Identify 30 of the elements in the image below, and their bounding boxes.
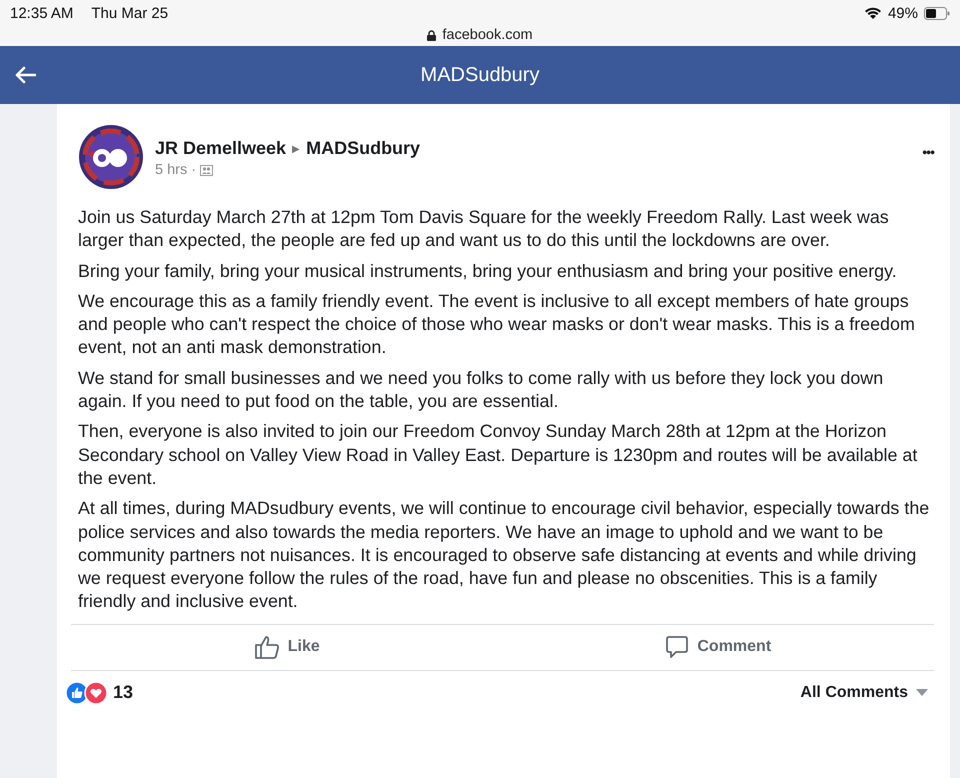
author-name[interactable]: JR Demellweek: [155, 138, 286, 159]
status-date: Thu Mar 25: [91, 4, 168, 22]
post-time[interactable]: 5 hrs: [155, 162, 188, 178]
members-icon: [200, 164, 214, 176]
reaction-icons: [65, 680, 109, 705]
post-paragraph: At all times, during MADsudbury events, we will continue to encourage civil behavior, especially towards the police services and also towards the media reporters. We have an image to uphold and we want to be community partners not nuisances. It is encouraged to observe safe distancing at events and while driving we request everyone follow the rules of the road, have fun and please no obscenities. This is a family friendly and inclusive event.: [78, 497, 930, 614]
thumbs-up-icon: [254, 634, 280, 660]
speech-bubble-icon: [665, 635, 690, 660]
battery-icon: [924, 6, 950, 20]
like-button[interactable]: Like: [71, 624, 502, 670]
page-title: MADSudbury: [420, 64, 540, 86]
post-paragraph: Bring your family, bring your musical instruments, bring your enthusiasm and bring your positive energy.: [78, 260, 898, 283]
back-arrow-icon[interactable]: [14, 66, 36, 84]
post-paragraph: We encourage this as a family friendly event. The event is inclusive to all except members of hate groups and people who can't respect the choice of those who wear masks or don't wear masks. This is a freedom event, not an anti mask demonstration.: [78, 290, 916, 360]
caret-icon: [916, 688, 928, 697]
wifi-icon: [864, 6, 882, 20]
lock-icon: [427, 30, 436, 40]
battery-percent: 49%: [888, 4, 918, 22]
arrow-icon: ▶: [292, 142, 300, 154]
post-paragraph: Then, everyone is also invited to join our Freedom Convoy Sunday March 28th at 12pm at the Horizon Secondary school on Valley View Road in Valley East. Departure is 1230pm and routes will be available at the event.: [78, 420, 918, 490]
comment-button[interactable]: Comment: [502, 624, 934, 670]
post-paragraph: We stand for small businesses and we need you folks to come rally with us before they lock you down again. If you need to put food on the table, you are essential.: [78, 366, 884, 414]
comments-filter-dropdown[interactable]: All Comments: [794, 682, 934, 703]
dot-separator: ·: [191, 162, 196, 178]
status-time: 12:35 AM: [10, 4, 74, 22]
reaction-count[interactable]: 13: [113, 682, 134, 704]
more-options-button[interactable]: •••: [922, 124, 934, 160]
group-name[interactable]: MADSudbury: [306, 138, 420, 159]
url-text[interactable]: facebook.com: [442, 27, 533, 43]
post-paragraph: Join us Saturday March 27th at 12pm Tom Davis Square for the weekly Freedom Rally. Last week was larger than expected, the people are fed up and want us to do this until the lockdowns are over.: [78, 206, 890, 252]
